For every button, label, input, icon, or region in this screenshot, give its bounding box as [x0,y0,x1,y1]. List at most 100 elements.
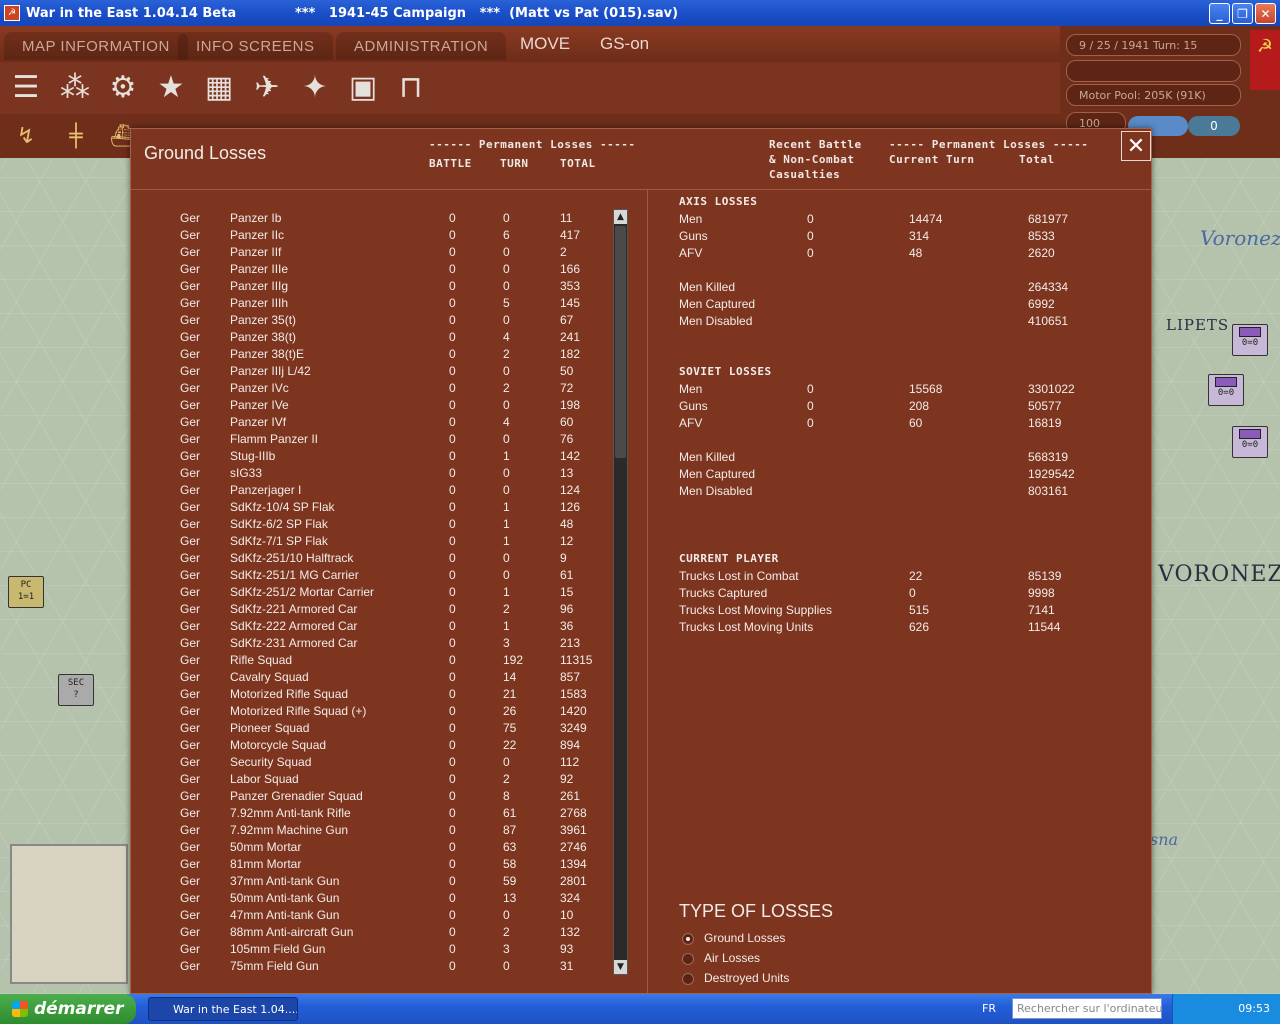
table-row: Ger SdKfz-251/10 Halftrack 0 0 9 [131,551,611,568]
table-row: Ger Motorized Rifle Squad (+) 0 26 1420 [131,704,611,721]
nation-cell: Ger [180,738,201,752]
aircraft-icon[interactable]: ✈ [247,68,287,108]
menu-administration[interactable]: ADMINISTRATION [336,32,507,60]
sec-counter[interactable]: SEC? [58,674,94,706]
battle-cell: 0 [449,347,456,361]
table-row: Ger 75mm Field Gun 0 0 31 [131,959,611,976]
nation-cell: Ger [180,959,201,973]
battle-cell: 0 [449,262,456,276]
name-cell: Panzer IIIj L/42 [230,364,311,378]
battle-cell: 0 [449,653,456,667]
name-cell: Panzer 38(t) [230,330,297,344]
unit-counter[interactable]: 0=0 [1232,426,1268,458]
nation-cell: Ger [180,840,201,854]
scroll-up-icon[interactable]: ▲ [614,210,627,224]
nation-cell: Ger [180,823,201,837]
unit-counter[interactable]: 0=0 [1232,324,1268,356]
menu-info-screens[interactable]: INFO SCREENS [178,32,333,60]
turn-cell: 8 [503,789,510,803]
total-cell: 76 [560,432,574,446]
scroll-down-icon[interactable]: ▼ [614,960,627,974]
right-pill[interactable]: 0 [1188,116,1240,136]
search-input[interactable]: Rechercher sur l'ordinateur [1012,998,1162,1019]
rail-car-icon[interactable]: ▣ [343,68,383,108]
soviet-killed-row: Men Killed 568319 [679,450,1069,464]
maximize-button[interactable]: ❐ [1232,3,1253,24]
nation-cell: Ger [180,908,201,922]
turn-cell: 0 [503,262,510,276]
menu-map-information[interactable]: MAP INFORMATION [4,32,188,60]
trucks-combat-row: Trucks Lost in Combat 22 85139 [679,569,1062,583]
name-cell: 75mm Field Gun [230,959,319,973]
taskbar-item-game[interactable]: War in the East 1.04.... [148,997,298,1021]
battle-cell: 0 [449,925,456,939]
scroll-thumb[interactable] [615,226,626,458]
unit-counter[interactable]: 0=0 [1208,374,1244,406]
nation-cell: Ger [180,534,201,548]
total-cell: 2768 [560,806,587,820]
table-row: Ger 7.92mm Anti-tank Rifle 0 61 2768 [131,806,611,823]
turn-cell: 26 [503,704,517,718]
turn-cell: 0 [503,959,510,973]
nation-cell: Ger [180,942,201,956]
window-close-button[interactable]: ✕ [1255,3,1276,24]
radio-ground-losses[interactable] [682,933,694,945]
window-title: War in the East 1.04.14 Beta *** 1941-45… [26,5,679,21]
f1-icon[interactable]: ↯ [6,120,46,154]
language-indicator[interactable]: FR [982,1002,996,1015]
dialog-close-button[interactable]: ✕ [1121,131,1151,161]
battle-cell: 0 [449,432,456,446]
total-cell: 166 [560,262,581,276]
table-row: Ger Panzer Grenadier Squad 0 8 261 [131,789,611,806]
star-icon[interactable]: ★ [151,68,191,108]
radio-label-destroyed[interactable]: Destroyed Units [704,971,789,985]
motor-pool: Motor Pool: 205K (91K) [1066,84,1241,106]
radio-label-air[interactable]: Air Losses [704,951,760,965]
name-cell: 7.92mm Machine Gun [230,823,349,837]
map-label-voronezh-caps: VORONEZ [1158,562,1280,587]
menu-row: MAP INFORMATION INFO SCREENS ADMINISTRAT… [0,26,1060,62]
nation-cell: Ger [180,347,201,361]
table-row: Ger 105mm Field Gun 0 3 93 [131,942,611,959]
total-cell: 182 [560,347,581,361]
col-header-total: TOTAL [560,157,596,170]
minimap[interactable] [10,844,128,984]
radio-destroyed-units[interactable] [682,973,694,985]
turn-cell: 0 [503,755,510,769]
nation-cell: Ger [180,891,201,905]
gear-icon[interactable]: ⚙ [103,68,143,108]
total-cell: 261 [560,789,581,803]
grid-icon[interactable]: ▦ [199,68,239,108]
gs-toggle[interactable]: GS-on [600,34,649,54]
table-row: Ger Rifle Squad 0 192 11315 [131,653,611,670]
rail-icon[interactable]: ⊓ [391,68,431,108]
start-button[interactable]: démarrer [0,994,136,1024]
turn-cell: 21 [503,687,517,701]
nation-cell: Ger [180,925,201,939]
radio-air-losses[interactable] [682,953,694,965]
battle-cell: 0 [449,840,456,854]
f2-icon[interactable]: ╪ [56,120,96,154]
total-cell: 2746 [560,840,587,854]
radio-label-ground[interactable]: Ground Losses [704,931,785,945]
satellite-icon[interactable]: ✦ [295,68,335,108]
turn-cell: 87 [503,823,517,837]
battle-cell: 0 [449,721,456,735]
total-cell: 31 [560,959,574,973]
minimize-button[interactable]: _ [1209,3,1230,24]
list-scrollbar[interactable]: ▲ ▼ [613,209,628,975]
stack-icon[interactable]: ☰ [6,68,46,108]
axis-men-row: Men 0 14474 681977 [679,212,1069,226]
status-empty-field [1066,60,1241,82]
turn-cell: 2 [503,925,510,939]
pc-counter[interactable]: PC 1=1 [8,576,44,608]
units-icon[interactable]: ⁂ [55,68,95,108]
table-row: Ger Panzer 38(t) 0 4 241 [131,330,611,347]
soviet-guns-row: Guns 0 208 50577 [679,399,1062,413]
axis-guns-row: Guns 0 314 8533 [679,229,1055,243]
turn-cell: 4 [503,330,510,344]
total-cell: 1420 [560,704,587,718]
table-row: Ger SdKfz-6/2 SP Flak 0 1 48 [131,517,611,534]
nation-cell: Ger [180,517,201,531]
total-cell: 1394 [560,857,587,871]
